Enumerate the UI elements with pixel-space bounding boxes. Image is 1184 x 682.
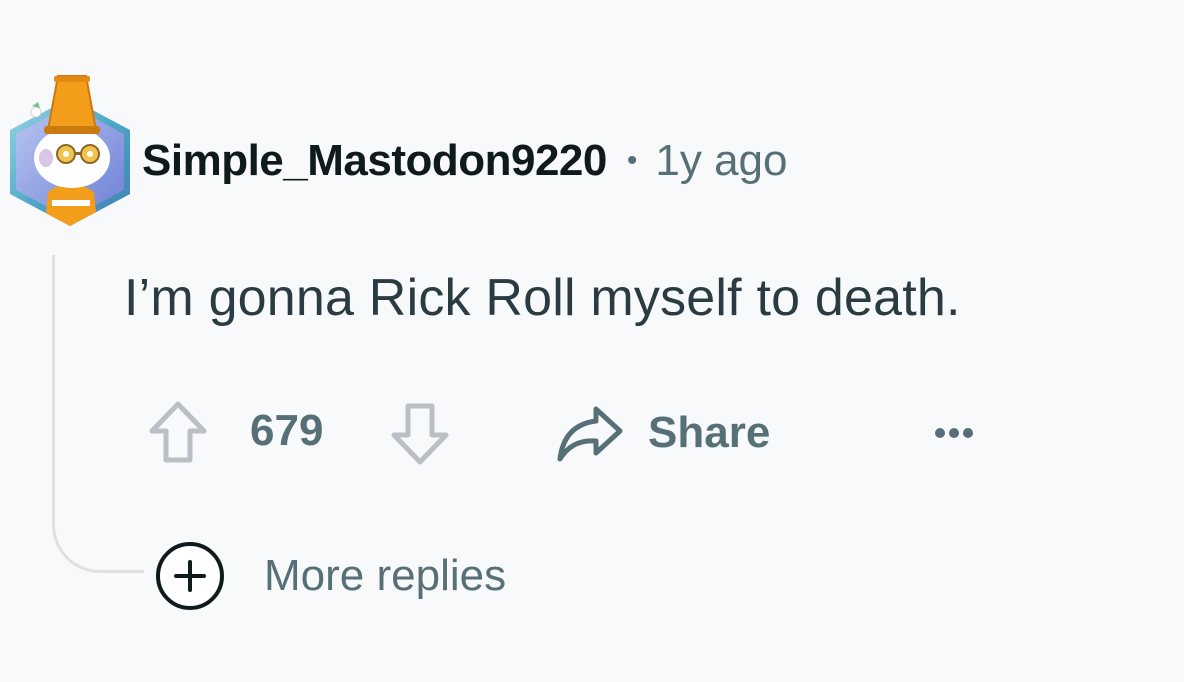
more-replies-button[interactable]: More replies xyxy=(154,540,506,612)
more-replies-label: More replies xyxy=(264,551,507,600)
username[interactable]: Simple_Mastodon9220 xyxy=(142,136,607,186)
share-label: Share xyxy=(648,408,771,457)
comment-header: Simple_Mastodon9220 • 1y ago xyxy=(142,133,788,189)
snoo-avatar-icon xyxy=(10,75,130,226)
comment-text: I’m gonna Rick Roll myself to death. xyxy=(124,269,961,327)
vote-count: 679 xyxy=(250,406,324,455)
share-button[interactable]: Share xyxy=(554,398,770,468)
plus-circle-icon xyxy=(156,542,224,610)
more-options-icon xyxy=(935,428,973,438)
downvote-icon xyxy=(391,403,449,465)
share-icon xyxy=(557,406,623,462)
upvote-button[interactable] xyxy=(142,398,214,468)
avatar[interactable] xyxy=(6,72,134,230)
timestamp[interactable]: 1y ago xyxy=(655,136,787,186)
downvote-button[interactable] xyxy=(384,398,456,468)
upvote-icon xyxy=(149,401,207,463)
more-options-button[interactable] xyxy=(928,424,988,442)
separator-dot: • xyxy=(626,144,638,177)
